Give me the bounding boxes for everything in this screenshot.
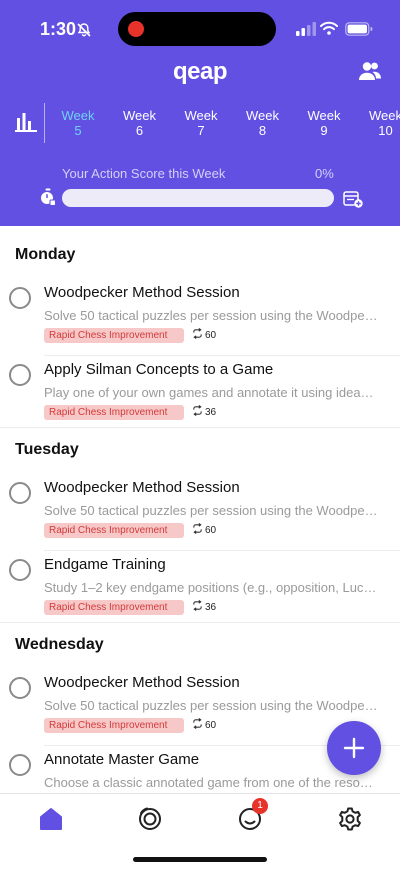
repeat-count: 60 xyxy=(205,720,217,731)
tab-home[interactable] xyxy=(36,804,66,834)
week-tab-10[interactable]: Week 10 xyxy=(356,108,400,138)
app-logo: qeap xyxy=(172,58,228,85)
week-tab-number: 5 xyxy=(74,123,82,138)
task-checkbox[interactable] xyxy=(9,754,31,776)
task-checkbox[interactable] xyxy=(9,287,31,309)
task-title: Endgame Training xyxy=(44,556,166,573)
repeat-count: 36 xyxy=(205,407,217,418)
task-item[interactable]: Woodpecker Method Session Solve 50 tactic… xyxy=(0,284,400,362)
week-tab-number: 6 xyxy=(135,123,144,138)
week-tab-label: Week xyxy=(61,108,95,123)
bar-chart-icon[interactable] xyxy=(15,112,37,132)
notification-badge: 1 xyxy=(252,798,268,814)
task-checkbox[interactable] xyxy=(9,364,31,386)
repeat-icon xyxy=(193,600,202,611)
day-heading: Monday xyxy=(15,246,76,263)
goal-tag[interactable]: Rapid Chess Improvement xyxy=(44,718,184,733)
tab-focus[interactable] xyxy=(135,804,165,834)
task-title: Woodpecker Method Session xyxy=(44,284,240,301)
task-description: Choose a classic annotated game from one… xyxy=(44,775,378,790)
gear-icon xyxy=(339,807,361,831)
week-tab-5[interactable]: Week 5 xyxy=(48,108,108,138)
week-tab-number: 8 xyxy=(258,123,267,138)
day-heading: Wednesday xyxy=(15,636,104,653)
task-list: Monday Woodpecker Method Session Solve 50 … xyxy=(0,226,400,793)
week-divider xyxy=(44,103,45,143)
task-description: Solve 50 tactical puzzles per session us… xyxy=(44,698,378,713)
rings-icon xyxy=(139,807,161,830)
goal-tag[interactable]: Rapid Chess Improvement xyxy=(44,405,184,420)
task-checkbox[interactable] xyxy=(9,482,31,504)
week-tab-number: 7 xyxy=(197,123,205,138)
task-item[interactable]: Woodpecker Method Session Solve 50 tactic… xyxy=(0,479,400,557)
action-score-percent: 0% xyxy=(315,166,334,181)
battery-icon xyxy=(345,22,373,36)
goal-tag[interactable]: Rapid Chess Improvement xyxy=(44,600,184,615)
task-checkbox[interactable] xyxy=(9,677,31,699)
repeat-count: 60 xyxy=(205,330,217,341)
cellular-signal-icon xyxy=(296,22,316,36)
task-title: Apply Silman Concepts to a Game xyxy=(44,361,274,378)
week-tab-label: Week xyxy=(184,108,218,123)
repeat-icon xyxy=(193,405,202,416)
task-description: Study 1–2 key endgame positions (e.g., o… xyxy=(44,580,378,595)
status-time: 1:30 xyxy=(40,19,77,39)
week-tab-label: Week xyxy=(369,108,400,123)
week-tab-number: 9 xyxy=(320,123,328,138)
tab-notifications[interactable]: 1 xyxy=(235,798,268,834)
goal-tag[interactable]: Rapid Chess Improvement xyxy=(44,523,184,538)
action-score-progress xyxy=(62,189,334,207)
week-tab-6[interactable]: Week 6 xyxy=(110,108,170,138)
repeat-count: 60 xyxy=(205,525,217,536)
calendar-add-icon[interactable] xyxy=(343,190,363,208)
repeat-count: 36 xyxy=(205,602,217,613)
repeat-icon xyxy=(193,523,202,534)
task-title: Woodpecker Method Session xyxy=(44,479,240,496)
add-task-button[interactable] xyxy=(327,721,381,775)
week-tab-label: Week xyxy=(246,108,279,123)
task-checkbox[interactable] xyxy=(9,559,31,581)
section-divider xyxy=(0,427,400,428)
task-description: Solve 50 tactical puzzles per session us… xyxy=(44,308,378,323)
week-tab-number: 10 xyxy=(378,123,393,138)
task-divider xyxy=(44,550,400,551)
task-description: Play one of your own games and annotate … xyxy=(44,385,378,400)
task-title: Woodpecker Method Session xyxy=(44,674,240,691)
week-selector: Week 5 Week 6 Week 7 Week 8 Week 9 Week 10 xyxy=(48,108,400,142)
week-tab-label: Week xyxy=(123,108,156,123)
stopwatch-icon[interactable] xyxy=(40,188,56,206)
home-indicator xyxy=(133,857,267,862)
repeat-icon xyxy=(193,328,202,339)
goal-tag[interactable]: Rapid Chess Improvement xyxy=(44,328,184,343)
app-header: 1:30 qeap Week 5 Week 6 Week 7 Week 8 We… xyxy=(0,0,400,226)
dynamic-island xyxy=(118,12,276,46)
tab-settings[interactable] xyxy=(335,804,365,834)
repeat-icon xyxy=(193,718,202,729)
action-score-label: Your Action Score this Week xyxy=(62,166,226,181)
week-tab-9[interactable]: Week 9 xyxy=(294,108,354,138)
wifi-icon xyxy=(320,21,338,35)
task-divider xyxy=(44,355,400,356)
home-icon xyxy=(40,808,62,830)
week-tab-label: Week xyxy=(307,108,341,123)
recording-indicator xyxy=(128,21,144,37)
people-icon[interactable] xyxy=(358,61,382,81)
task-description: Solve 50 tactical puzzles per session us… xyxy=(44,503,378,518)
section-divider xyxy=(0,622,400,623)
week-tab-7[interactable]: Week 7 xyxy=(171,108,231,138)
day-heading: Tuesday xyxy=(15,441,79,458)
plus-icon xyxy=(343,737,365,759)
bell-off-icon xyxy=(77,23,91,37)
week-tab-8[interactable]: Week 8 xyxy=(233,108,293,138)
status-bar: 1:30 xyxy=(0,0,400,60)
